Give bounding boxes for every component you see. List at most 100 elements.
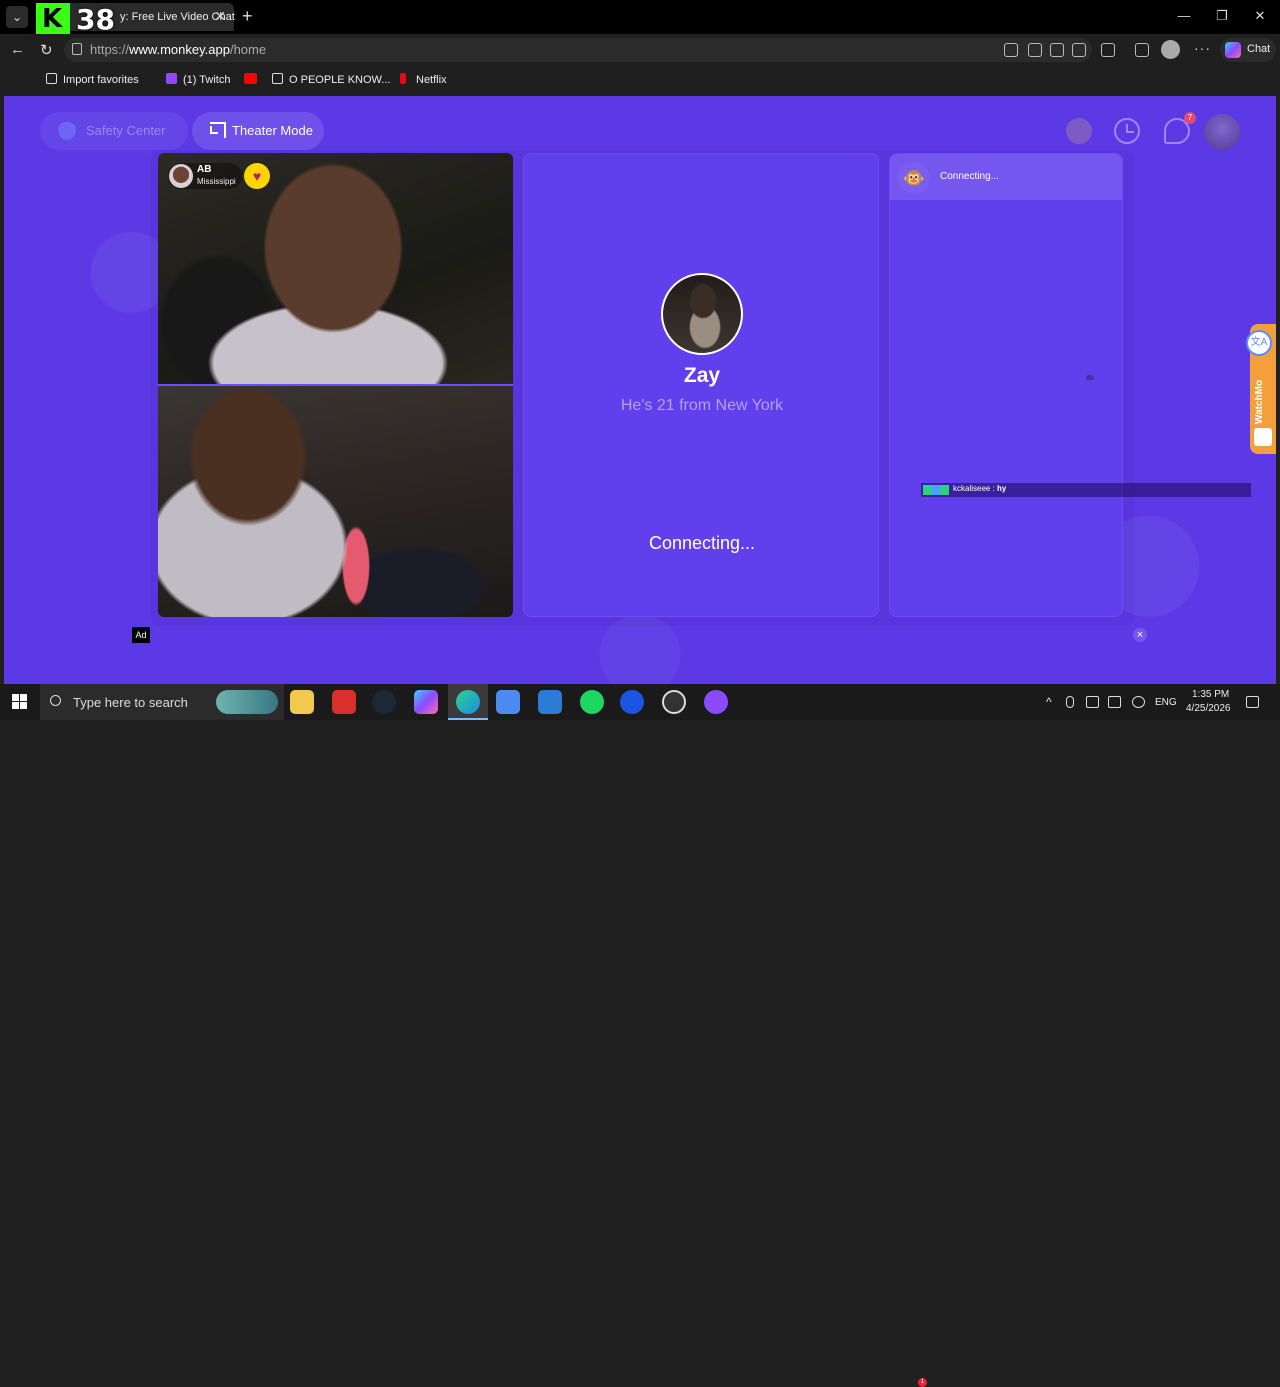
copilot-chat-button[interactable]: Chat [1220,38,1276,62]
stream-chat-overlay: kckaliseee : hy [921,483,1251,497]
read-aloud-icon[interactable] [1028,43,1042,57]
watch-widget-label: WatchMo [1254,379,1265,424]
microphone-icon[interactable] [1066,696,1074,708]
bookmark-youtube[interactable] [244,73,263,86]
page-icon [272,73,283,84]
discord-icon[interactable] [704,690,728,714]
media-app-icon[interactable] [538,690,562,714]
url-field[interactable]: https://www.monkey.app/home [64,38,1092,62]
lock-icon[interactable] [72,43,82,55]
back-icon[interactable]: ← [10,41,25,58]
ad-label: Ad [132,627,150,643]
overlay-message: kckaliseee : hy [953,484,1007,493]
profile-avatar[interactable] [1161,40,1180,59]
tab-close-icon[interactable]: ✕ [214,8,226,25]
chat-status: Connecting... [940,171,999,182]
copilot-icon [1225,42,1241,58]
youtube-icon [244,73,257,84]
heart-icon[interactable]: ♥ [244,163,270,189]
wps-office-icon[interactable] [332,690,356,714]
monkey-app-page: Safety Center Theater Mode 7 AB Mississi… [4,96,1276,684]
obs-icon[interactable] [662,690,686,714]
url-text: https://www.monkey.app/home [90,42,267,57]
messages-badge: 7 [1184,112,1196,124]
profile-avatar[interactable] [1204,114,1240,150]
store-icon[interactable] [496,690,520,714]
match-info: He's 21 from New York [620,397,784,414]
minimize-icon[interactable]: — [1174,8,1194,23]
chat-label: Chat [1247,43,1271,55]
language-indicator[interactable]: ENG [1155,697,1177,708]
more-menu-icon[interactable]: ··· [1194,40,1211,56]
browser-chrome: ⌄ 38 y: Free Live Video Chat ✕ + — ❐ ✕ ←… [0,0,1280,96]
notifications-icon[interactable] [1246,696,1259,708]
chat-panel: 🐵 Connecting... [889,153,1123,617]
camera-icon[interactable] [1072,43,1086,57]
overlay-badge: 38 [76,3,115,36]
safety-center-button[interactable]: Safety Center [40,112,188,150]
friend-avatar[interactable] [1066,118,1092,144]
badge-icon [923,485,949,495]
bookmark-people-know[interactable]: O PEOPLE KNOW... [272,73,390,86]
extensions-icon[interactable] [1101,43,1115,57]
windows-start-icon[interactable] [12,694,28,710]
copilot-app-icon[interactable] [414,690,438,714]
spotify-icon[interactable] [580,690,604,714]
bookmark-import[interactable]: Import favorites [46,73,139,86]
local-video [158,386,513,617]
translate-icon[interactable]: 文A [1246,330,1272,356]
favorite-star-icon[interactable] [1050,43,1064,57]
window-close-icon[interactable]: ✕ [1250,8,1270,24]
user-tag[interactable]: AB Mississippi [168,163,242,189]
match-panel: Zay He's 21 from New York Connecting... [523,153,879,617]
tab-bar: ⌄ 38 y: Free Live Video Chat ✕ + — ❐ ✕ [0,0,1280,37]
popcorn-icon [1254,428,1272,446]
notification-badge: 1 [918,1378,927,1387]
bookmarks-bar: Import favorites (1) Twitch O PEOPLE KNO… [0,66,1280,94]
search-icon [50,695,61,706]
taskbar-search[interactable]: Type here to search [40,684,284,720]
pen-icon[interactable] [1132,696,1145,708]
new-tab-icon[interactable]: + [242,6,253,27]
maximize-icon[interactable]: ❐ [1212,8,1232,24]
chat-header: 🐵 Connecting... [890,154,1122,200]
clock-time[interactable]: 1:35 PM [1192,689,1229,700]
typing-indicator [1086,375,1094,380]
steam-icon[interactable] [372,690,396,714]
watch-widget[interactable]: 文A WatchMo [1246,324,1276,454]
clock-date[interactable]: 4/25/2026 [1186,703,1231,714]
file-explorer-icon[interactable] [290,690,314,714]
safety-center-label: Safety Center [86,123,166,138]
twitch-icon [166,73,177,84]
bookmark-netflix[interactable]: Netflix [400,73,447,86]
match-name: Zay [683,364,721,387]
refresh-icon[interactable]: ↻ [40,41,53,59]
address-bar-row: ← ↻ https://www.monkey.app/home [0,34,1280,66]
bookmark-twitch[interactable]: (1) Twitch [166,73,230,86]
network-icon[interactable] [1108,696,1121,708]
monkey-icon: 🐵 [898,162,930,194]
search-highlight-image [216,690,278,714]
taskbar: Type here to search 1 ^ ENG 1:35 PM 4/25… [0,684,1280,1387]
import-icon [46,73,57,84]
theater-mode-button[interactable]: Theater Mode [192,112,324,150]
match-avatar [661,273,743,355]
netflix-icon [400,73,406,84]
tray-chevron-icon[interactable]: ^ [1046,695,1052,709]
kick-overlay-icon [36,3,70,37]
ea-icon[interactable] [620,690,644,714]
tab-monkey[interactable]: 38 y: Free Live Video Chat ✕ [36,3,235,37]
ad-close-icon[interactable]: × [1133,628,1147,642]
connecting-status: Connecting... [648,533,756,553]
tab-actions-icon[interactable]: ⌄ [6,6,28,28]
volume-icon[interactable] [1086,696,1099,708]
favorites-icon[interactable] [1135,43,1149,57]
theater-mode-label: Theater Mode [232,123,313,138]
user-name: AB [197,164,212,175]
expand-icon-corner [210,126,218,134]
history-clock-icon[interactable] [1114,118,1140,144]
app-icon[interactable] [1004,43,1018,57]
shield-icon [58,122,76,140]
remote-video: AB Mississippi ♥ [158,153,513,384]
edge-icon[interactable] [456,690,480,714]
